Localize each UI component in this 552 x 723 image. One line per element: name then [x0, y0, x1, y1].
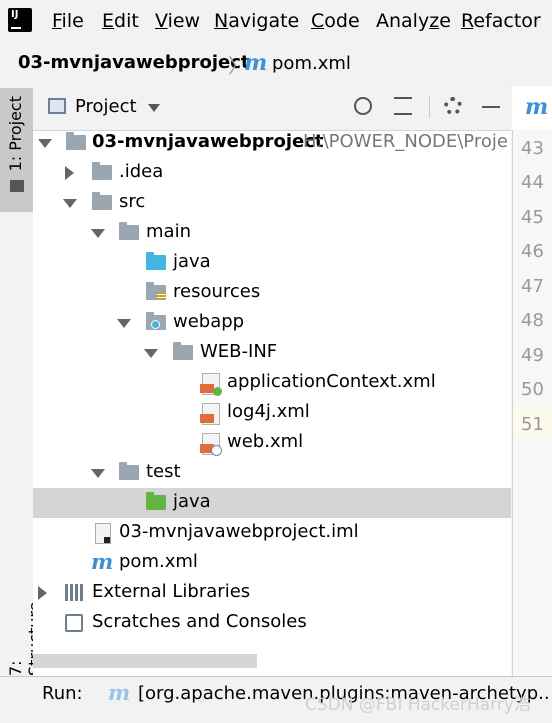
line-number: 51: [521, 414, 544, 435]
watermark: CSDN @FBI HackerHarry浩: [305, 695, 531, 715]
line-number: 49: [521, 345, 544, 366]
tree-row-iml[interactable]: 03-mvnjavawebproject.iml: [33, 518, 511, 548]
toolbar-divider: [429, 96, 430, 118]
run-label: Run:: [42, 683, 83, 704]
source-folder-icon: [146, 252, 166, 270]
locate-icon[interactable]: [354, 97, 372, 115]
expand-arrow-icon[interactable]: [91, 229, 105, 238]
collapse-arrow-icon[interactable]: [38, 586, 47, 600]
tree-row-test[interactable]: test: [33, 458, 511, 488]
test-folder-icon: [146, 492, 166, 510]
menu-navigate[interactable]: Navigate: [214, 10, 299, 32]
library-icon: [65, 584, 85, 601]
folder-icon: [119, 462, 139, 480]
tree-row-project-root[interactable]: 03-mvnjavawebproject H:\POWER_NODE\Proje: [33, 128, 511, 158]
project-view-icon: [48, 98, 66, 114]
tree-row-web-inf[interactable]: WEB-INF: [33, 338, 511, 368]
menu-file[interactable]: File: [52, 10, 84, 32]
tree-row-java-test[interactable]: java: [33, 488, 511, 518]
menu-refactor[interactable]: Refactor: [461, 10, 541, 32]
maven-file-icon: m: [525, 94, 549, 120]
structure-tool-tab[interactable]: 7: Structure: [0, 592, 44, 676]
folder-icon: [10, 180, 24, 192]
iml-file-icon: [95, 523, 111, 544]
tree-row-main[interactable]: main: [33, 218, 511, 248]
tree-row-log4j[interactable]: log4j.xml: [33, 398, 511, 428]
tree-row-webapp[interactable]: webapp: [33, 308, 511, 338]
line-number: 47: [521, 276, 544, 297]
tree-row-pom[interactable]: m pom.xml: [33, 548, 511, 578]
folder-icon: [92, 192, 112, 210]
maven-run-icon: m: [108, 680, 131, 705]
gear-icon[interactable]: [444, 97, 462, 115]
line-number: 43: [521, 138, 544, 159]
line-number: 44: [521, 172, 544, 193]
tree-row-resources[interactable]: resources: [33, 278, 511, 308]
tree-row-java-main[interactable]: java: [33, 248, 511, 278]
scratches-icon: [65, 614, 83, 632]
breadcrumb-project[interactable]: 03-mvnjavawebproject: [18, 52, 250, 73]
menu-code[interactable]: Code: [311, 10, 360, 32]
intellij-logo-icon: IJ: [6, 6, 34, 34]
menu-view[interactable]: View: [155, 10, 200, 32]
folder-icon: [92, 162, 112, 180]
web-xml-file-icon: [200, 433, 222, 456]
tree-row-src[interactable]: src: [33, 188, 511, 218]
expand-arrow-icon[interactable]: [63, 199, 77, 208]
expand-arrow-icon[interactable]: [91, 469, 105, 478]
line-number: 48: [521, 310, 544, 331]
minimize-icon[interactable]: [482, 106, 500, 108]
horizontal-scrollbar[interactable]: [33, 654, 257, 668]
collapse-arrow-icon[interactable]: [65, 166, 74, 180]
folder-icon: [173, 342, 193, 360]
tree-row-external-libraries[interactable]: External Libraries: [33, 578, 511, 608]
xml-file-icon: [200, 403, 220, 425]
line-number: 46: [521, 241, 544, 262]
collapse-all-icon[interactable]: [394, 97, 412, 115]
editor-tab[interactable]: m: [512, 86, 552, 133]
chevron-down-icon[interactable]: [148, 104, 160, 112]
spring-xml-file-icon: [200, 373, 222, 396]
breadcrumb-file[interactable]: pom.xml: [272, 53, 351, 74]
tree-row-idea[interactable]: .idea: [33, 158, 511, 188]
expand-arrow-icon[interactable]: [144, 349, 158, 358]
panel-title[interactable]: Project: [75, 96, 137, 117]
line-number: 45: [521, 207, 544, 228]
project-tool-tab[interactable]: 1: Project: [0, 88, 33, 212]
menu-analyze[interactable]: Analyze: [376, 10, 451, 32]
line-number: 50: [521, 379, 544, 400]
maven-file-icon: m: [91, 549, 114, 574]
menu-edit[interactable]: Edit: [102, 10, 139, 32]
module-folder-icon: [66, 132, 86, 150]
tree-row-applicationcontext[interactable]: applicationContext.xml: [33, 368, 511, 398]
expand-arrow-icon[interactable]: [38, 139, 52, 148]
tree-row-web-xml[interactable]: web.xml: [33, 428, 511, 458]
expand-arrow-icon[interactable]: [117, 319, 131, 328]
folder-icon: [119, 222, 139, 240]
maven-file-icon: m: [244, 50, 268, 76]
tree-row-scratches[interactable]: Scratches and Consoles: [33, 608, 511, 638]
